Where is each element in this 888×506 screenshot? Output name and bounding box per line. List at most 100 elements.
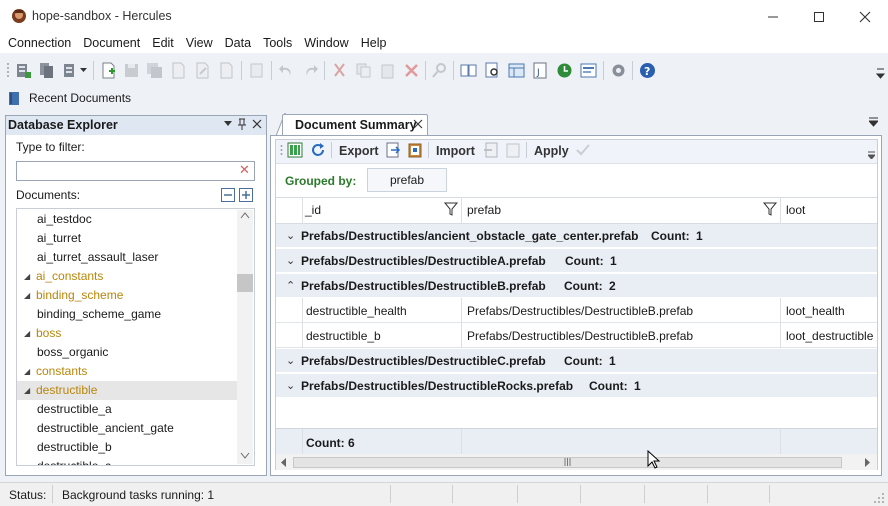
help-icon[interactable]: ? (639, 62, 656, 79)
panel-menu-icon[interactable] (224, 121, 232, 127)
tree-folder[interactable]: ◢ constants (17, 362, 239, 381)
tree-item[interactable]: binding_scheme_game (17, 305, 239, 324)
column-header-prefab[interactable]: prefab (467, 203, 501, 217)
database-icon[interactable] (15, 62, 32, 79)
menu-window[interactable]: Window (298, 33, 354, 53)
search-document-icon[interactable] (484, 62, 501, 79)
tree-item[interactable]: ai_testdoc (17, 210, 239, 229)
compare-icon[interactable] (460, 62, 477, 79)
refresh-icon[interactable] (310, 142, 326, 158)
history-icon[interactable] (556, 62, 573, 79)
filter-prefab-icon[interactable] (763, 202, 777, 216)
tree-item[interactable]: ai_turret_assault_laser (17, 248, 239, 267)
group-by-chip-prefab[interactable]: prefab (367, 168, 447, 192)
menu-help[interactable]: Help (355, 33, 393, 53)
export-button[interactable]: Export (339, 144, 379, 158)
scroll-left-icon[interactable] (281, 458, 287, 467)
clipboard-icon[interactable] (407, 142, 423, 158)
tree-folder[interactable]: ◢ destructible (17, 381, 239, 400)
cell-loot[interactable]: loot_destructible (786, 329, 873, 343)
scroll-up-icon[interactable] (240, 212, 250, 219)
tab-list-icon[interactable] (869, 117, 878, 127)
cell-loot[interactable]: loot_health (786, 304, 845, 318)
tree-folder[interactable]: ◢ boss (17, 324, 239, 343)
menu-view[interactable]: View (180, 33, 219, 53)
group-row[interactable]: ⌄ Prefabs/Destructibles/DestructibleRock… (276, 374, 877, 398)
group-row[interactable]: ⌄ Prefabs/Destructibles/DestructibleC.pr… (276, 349, 877, 373)
menu-data[interactable]: Data (219, 33, 257, 53)
report-icon[interactable] (580, 62, 597, 79)
tree-scrollbar[interactable] (237, 210, 253, 464)
tree-item[interactable]: boss_organic (17, 343, 239, 362)
schema-icon[interactable] (508, 62, 525, 79)
scroll-down-icon[interactable] (240, 452, 250, 459)
menu-tools[interactable]: Tools (257, 33, 298, 53)
tree-item[interactable]: destructible_a (17, 400, 239, 419)
apply-button[interactable]: Apply (534, 144, 569, 158)
expand-chevron-icon[interactable]: ⌄ (286, 254, 295, 267)
chevron-down-icon[interactable] (80, 68, 87, 73)
cell-prefab[interactable]: Prefabs/Destructibles/DestructibleB.pref… (467, 329, 693, 343)
folder-expanded-icon[interactable]: ◢ (24, 381, 30, 400)
collapse-chevron-icon[interactable]: ⌃ (286, 279, 295, 292)
tree-scroll-thumb[interactable] (237, 274, 253, 292)
json-icon[interactable]: J (532, 62, 549, 79)
tree-folder[interactable]: ◢ binding_scheme (17, 286, 239, 305)
folder-expanded-icon[interactable]: ◢ (24, 362, 30, 381)
cut-icon[interactable] (331, 62, 348, 79)
group-row-expanded[interactable]: ⌃ Prefabs/Destructibles/DestructibleB.pr… (276, 274, 877, 298)
resize-grip-icon[interactable] (873, 492, 885, 504)
maximize-button[interactable] (796, 0, 842, 33)
menu-document[interactable]: Document (77, 33, 146, 53)
minimize-button[interactable] (750, 0, 796, 33)
import-button[interactable]: Import (436, 144, 475, 158)
expand-chevron-icon[interactable]: ⌄ (286, 379, 295, 392)
expand-all-icon[interactable] (239, 188, 253, 202)
undo-icon[interactable] (278, 62, 295, 79)
filter-id-icon[interactable] (444, 202, 458, 216)
script-icon[interactable] (248, 62, 265, 79)
find-icon[interactable] (431, 62, 448, 79)
collapse-all-icon[interactable] (221, 188, 235, 202)
document-icon[interactable] (170, 62, 187, 79)
close-panel-icon[interactable] (252, 119, 262, 129)
column-header-id[interactable]: _id (305, 203, 321, 217)
menu-edit[interactable]: Edit (146, 33, 180, 53)
copy-icon[interactable] (355, 62, 372, 79)
folder-expanded-icon[interactable]: ◢ (24, 286, 30, 305)
table-row[interactable]: destructible_b Prefabs/Destructibles/Des… (276, 323, 877, 348)
cell-id[interactable]: destructible_b (306, 329, 381, 343)
cell-prefab[interactable]: Prefabs/Destructibles/DestructibleB.pref… (467, 304, 693, 318)
paste-icon[interactable] (379, 62, 396, 79)
pin-icon[interactable] (237, 118, 247, 130)
folder-expanded-icon[interactable]: ◢ (24, 324, 30, 343)
table-row[interactable]: destructible_health Prefabs/Destructible… (276, 298, 877, 323)
import-clipboard-icon[interactable] (505, 142, 521, 158)
edit-document-icon[interactable] (194, 62, 211, 79)
close-button[interactable] (842, 0, 888, 33)
import-file-icon[interactable] (483, 142, 499, 158)
expand-chevron-icon[interactable]: ⌄ (286, 354, 295, 367)
tree-item[interactable]: destructible_c (17, 457, 239, 465)
recent-documents-label[interactable]: Recent Documents (29, 91, 131, 105)
columns-icon[interactable] (287, 142, 303, 158)
column-header-loot[interactable]: loot (786, 203, 805, 217)
cell-id[interactable]: destructible_health (306, 304, 407, 318)
scroll-right-icon[interactable] (864, 458, 870, 467)
group-row[interactable]: ⌄ Prefabs/Destructibles/ancient_obstacle… (276, 224, 877, 248)
export-file-icon[interactable] (385, 142, 401, 158)
group-row[interactable]: ⌄ Prefabs/Destructibles/DestructibleA.pr… (276, 249, 877, 273)
delete-icon[interactable] (403, 62, 420, 79)
copy-database-icon[interactable] (38, 62, 55, 79)
expand-chevron-icon[interactable]: ⌄ (286, 229, 295, 242)
tree-folder[interactable]: ◢ ai_constants (17, 267, 239, 286)
tree-item[interactable]: destructible_ancient_gate (17, 419, 239, 438)
toolbar-overflow-icon[interactable] (876, 68, 885, 80)
apply-icon[interactable] (575, 142, 591, 158)
database-dropdown-icon[interactable] (62, 62, 79, 79)
clear-filter-icon[interactable]: ✕ (239, 163, 251, 176)
redo-icon[interactable] (302, 62, 319, 79)
menu-connection[interactable]: Connection (2, 33, 77, 53)
folder-expanded-icon[interactable]: ◢ (24, 267, 30, 286)
document-export-icon[interactable] (218, 62, 235, 79)
